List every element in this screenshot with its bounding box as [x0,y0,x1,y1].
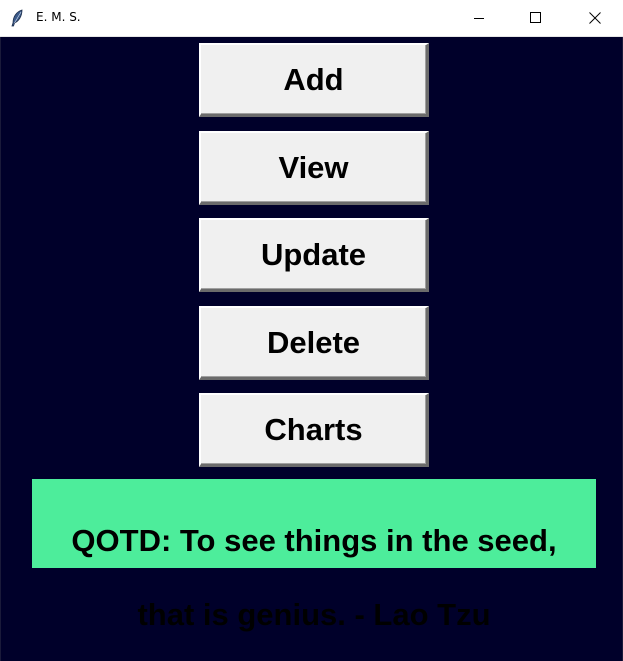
view-button[interactable]: View [199,131,429,205]
app-window: E. M. S. Add View Update Delete Charts Q… [0,0,623,661]
close-button[interactable] [566,0,623,36]
quote-of-the-day: QOTD: To see things in the seed, that is… [32,479,596,632]
close-icon [589,12,601,24]
maximize-icon [530,12,542,24]
window-title: E. M. S. [36,10,81,24]
minimize-icon [473,12,485,24]
quote-line-1: QOTD: To see things in the seed, [71,523,557,558]
update-button[interactable]: Update [199,218,429,292]
charts-button[interactable]: Charts [199,393,429,467]
main-panel: Add View Update Delete Charts QOTD: To s… [0,37,623,661]
quote-line-2: that is genius. - Lao Tzu [137,597,491,632]
feather-icon [10,9,24,27]
add-button[interactable]: Add [199,43,429,117]
maximize-button[interactable] [507,0,565,36]
minimize-button[interactable] [450,0,508,36]
delete-button[interactable]: Delete [199,306,429,380]
title-bar[interactable]: E. M. S. [0,0,623,37]
